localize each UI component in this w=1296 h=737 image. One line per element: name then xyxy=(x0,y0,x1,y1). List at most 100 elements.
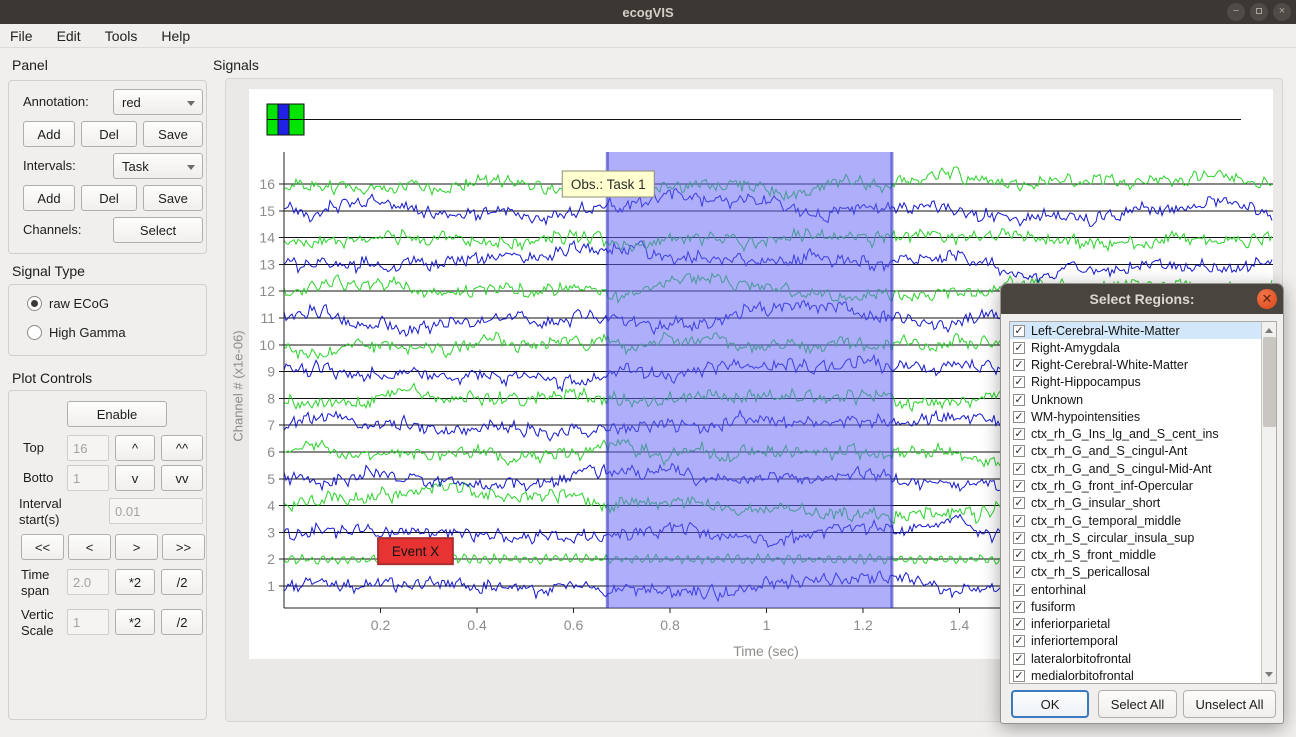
title-bar[interactable]: ecogVIS − × xyxy=(0,0,1296,24)
enable-button[interactable]: Enable xyxy=(67,401,167,427)
maximize-icon[interactable] xyxy=(1250,3,1268,21)
region-list[interactable]: ✓Left-Cerebral-White-Matter✓Right-Amygda… xyxy=(1009,321,1277,684)
vertical-scale-double-button[interactable]: *2 xyxy=(115,609,155,635)
close-icon[interactable]: × xyxy=(1273,3,1291,21)
region-list-item[interactable]: ✓ctx_rh_G_front_inf-Opercular xyxy=(1010,477,1262,494)
minimize-icon[interactable]: − xyxy=(1227,3,1245,21)
annotation-save-button[interactable]: Save xyxy=(143,121,203,147)
region-checkbox[interactable]: ✓ xyxy=(1013,670,1025,682)
region-list-item[interactable]: ✓Unknown xyxy=(1010,391,1262,408)
region-list-item[interactable]: ✓lateralorbitofrontal xyxy=(1010,650,1262,667)
region-list-item[interactable]: ✓ctx_rh_G_insular_short xyxy=(1010,495,1262,512)
region-list-item[interactable]: ✓WM-hypointensities xyxy=(1010,408,1262,425)
region-checkbox[interactable]: ✓ xyxy=(1013,342,1025,354)
overview-minimap[interactable] xyxy=(267,104,1241,135)
region-checkbox[interactable]: ✓ xyxy=(1013,445,1025,457)
region-list-item[interactable]: ✓ctx_rh_S_front_middle xyxy=(1010,546,1262,563)
scroll-up-icon[interactable] xyxy=(1262,323,1276,337)
menu-help[interactable]: Help xyxy=(151,26,204,46)
page-forward-button[interactable]: >> xyxy=(162,534,205,560)
region-list-item[interactable]: ✓Right-Hippocampus xyxy=(1010,374,1262,391)
dialog-close-icon[interactable]: ✕ xyxy=(1257,289,1277,309)
time-span-double-button[interactable]: *2 xyxy=(115,569,155,595)
intervals-add-button[interactable]: Add xyxy=(23,185,75,211)
region-checkbox[interactable]: ✓ xyxy=(1013,411,1025,423)
region-checkbox[interactable]: ✓ xyxy=(1013,601,1025,613)
region-checkbox[interactable]: ✓ xyxy=(1013,325,1025,337)
region-list-item[interactable]: ✓ctx_rh_G_temporal_middle xyxy=(1010,512,1262,529)
step-back-button[interactable]: < xyxy=(68,534,111,560)
intervals-combobox[interactable]: Task xyxy=(113,153,203,179)
time-span-input[interactable]: 2.0 xyxy=(67,569,109,595)
region-checkbox[interactable]: ✓ xyxy=(1013,497,1025,509)
region-checkbox[interactable]: ✓ xyxy=(1013,359,1025,371)
region-checkbox[interactable]: ✓ xyxy=(1013,394,1025,406)
interval-start-input[interactable]: 0.01 xyxy=(109,498,203,524)
region-list-item[interactable]: ✓ctx_rh_S_circular_insula_sup xyxy=(1010,529,1262,546)
region-checkbox[interactable]: ✓ xyxy=(1013,566,1025,578)
region-label: ctx_rh_G_and_S_cingul-Mid-Ant xyxy=(1031,462,1212,476)
region-list-item[interactable]: ✓entorhinal xyxy=(1010,581,1262,598)
region-checkbox[interactable]: ✓ xyxy=(1013,463,1025,475)
region-list-item[interactable]: ✓Left-Cerebral-White-Matter xyxy=(1010,322,1262,339)
vertical-scale-input[interactable]: 1 xyxy=(67,609,109,635)
region-list-item[interactable]: ✓medialorbitofrontal xyxy=(1010,667,1262,684)
region-list-item[interactable]: ✓Right-Cerebral-White-Matter xyxy=(1010,357,1262,374)
menu-tools[interactable]: Tools xyxy=(95,26,152,46)
unselect-all-button[interactable]: Unselect All xyxy=(1183,690,1276,718)
region-checkbox[interactable]: ✓ xyxy=(1013,515,1025,527)
region-list-item[interactable]: ✓Right-Amygdala xyxy=(1010,339,1262,356)
interval-highlight-region[interactable] xyxy=(607,152,892,608)
signals-section-title: Signals xyxy=(213,57,259,73)
page-back-button[interactable]: << xyxy=(21,534,64,560)
region-list-item[interactable]: ✓fusiform xyxy=(1010,598,1262,615)
region-list-item[interactable]: ✓ctx_rh_S_pericallosal xyxy=(1010,564,1262,581)
menu-edit[interactable]: Edit xyxy=(47,26,95,46)
vertical-scale-half-button[interactable]: /2 xyxy=(161,609,203,635)
annotation-del-button[interactable]: Del xyxy=(81,121,137,147)
channel-up-fast-button[interactable]: ^^ xyxy=(161,435,203,461)
region-list-item[interactable]: ✓ctx_rh_G_Ins_lg_and_S_cent_ins xyxy=(1010,426,1262,443)
event-marker[interactable]: Event X xyxy=(378,538,453,564)
region-list-item[interactable]: ✓ ctx_rh_G_and_S_cingul-Mid-Ant xyxy=(1010,460,1262,477)
channels-select-button[interactable]: Select xyxy=(113,217,203,243)
region-checkbox[interactable]: ✓ xyxy=(1013,618,1025,630)
select-all-button[interactable]: Select All xyxy=(1098,690,1177,718)
menu-file[interactable]: File xyxy=(0,26,47,46)
radio-raw-ecog-label: raw ECoG xyxy=(49,296,109,311)
scrollbar-thumb[interactable] xyxy=(1263,337,1276,427)
region-checkbox[interactable]: ✓ xyxy=(1013,635,1025,647)
channel-down-button[interactable]: v xyxy=(115,465,155,491)
radio-raw-ecog[interactable]: raw ECoG xyxy=(27,296,109,311)
channel-down-fast-button[interactable]: vv xyxy=(161,465,203,491)
radio-high-gamma[interactable]: High Gamma xyxy=(27,325,126,340)
dialog-title-bar[interactable]: Select Regions: ✕ xyxy=(1001,284,1283,314)
intervals-save-button[interactable]: Save xyxy=(143,185,203,211)
region-checkbox[interactable]: ✓ xyxy=(1013,584,1025,596)
ok-button[interactable]: OK xyxy=(1011,690,1089,718)
annotation-add-button[interactable]: Add xyxy=(23,121,75,147)
region-list-item[interactable]: ✓inferiortemporal xyxy=(1010,633,1262,650)
intervals-label: Intervals: xyxy=(23,158,76,174)
region-checkbox[interactable]: ✓ xyxy=(1013,653,1025,665)
step-forward-button[interactable]: > xyxy=(115,534,158,560)
panel-section-title: Panel xyxy=(12,57,48,73)
top-input[interactable]: 16 xyxy=(67,435,109,461)
scroll-down-icon[interactable] xyxy=(1262,668,1276,682)
time-span-half-button[interactable]: /2 xyxy=(161,569,203,595)
region-checkbox[interactable]: ✓ xyxy=(1013,428,1025,440)
channel-up-button[interactable]: ^ xyxy=(115,435,155,461)
region-checkbox[interactable]: ✓ xyxy=(1013,549,1025,561)
region-checkbox[interactable]: ✓ xyxy=(1013,532,1025,544)
bottom-input[interactable]: 1 xyxy=(67,465,109,491)
region-list-item[interactable]: ✓ctx_rh_G_and_S_cingul-Ant xyxy=(1010,443,1262,460)
region-list-item[interactable]: ✓inferiorparietal xyxy=(1010,616,1262,633)
region-checkbox[interactable]: ✓ xyxy=(1013,376,1025,388)
x-axis-label: Time (sec) xyxy=(733,643,799,659)
annotation-combobox[interactable]: red xyxy=(113,89,203,115)
intervals-del-button[interactable]: Del xyxy=(81,185,137,211)
x-tick-label: 0.4 xyxy=(467,617,487,633)
region-checkbox[interactable]: ✓ xyxy=(1013,480,1025,492)
region-list-scrollbar[interactable] xyxy=(1261,322,1276,683)
annotation-label: Annotation: xyxy=(23,94,89,110)
